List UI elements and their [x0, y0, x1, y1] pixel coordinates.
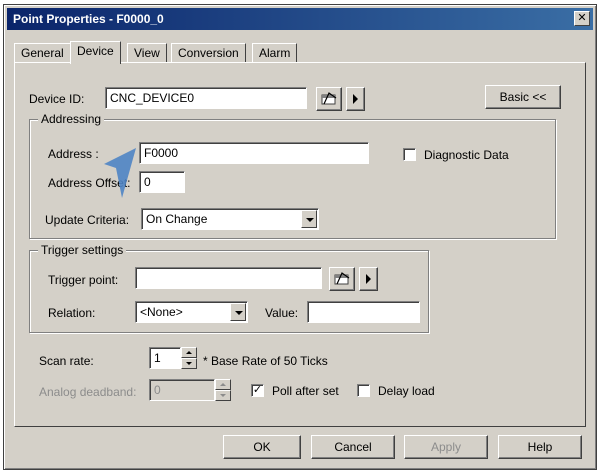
trigger-settings-group-title: Trigger settings — [38, 243, 127, 257]
analog-deadband-field: 0 — [149, 379, 215, 401]
poll-after-set-label: Poll after set — [272, 384, 339, 398]
device-browse-button[interactable] — [316, 87, 342, 111]
spin-up-icon — [215, 379, 231, 390]
tab-general[interactable]: General — [14, 43, 71, 63]
analog-deadband-label: Analog deadband: — [39, 385, 137, 399]
trigger-select-arrow-button[interactable] — [359, 267, 378, 291]
tab-view[interactable]: View — [127, 43, 167, 63]
apply-button: Apply — [404, 435, 488, 459]
address-field[interactable]: F0000 — [139, 142, 369, 164]
chevron-down-icon[interactable] — [230, 303, 246, 321]
delay-load-checkbox[interactable] — [357, 384, 370, 397]
trigger-value-field[interactable] — [307, 301, 420, 323]
window-title: Point Properties - F0000_0 — [13, 12, 164, 26]
spin-up-icon[interactable] — [181, 347, 197, 358]
trigger-point-label: Trigger point: — [48, 273, 119, 287]
address-label: Address : — [48, 147, 99, 161]
title-bar[interactable]: Point Properties - F0000_0 ✕ — [7, 8, 593, 30]
scan-rate-note: * Base Rate of 50 Ticks — [203, 354, 328, 368]
cancel-button[interactable]: Cancel — [311, 435, 395, 459]
scan-rate-field[interactable]: 1 — [149, 347, 181, 369]
diagnostic-data-checkbox[interactable] — [403, 148, 416, 161]
help-button[interactable]: Help — [498, 435, 582, 459]
basic-toggle-button[interactable]: Basic << — [485, 85, 561, 109]
tab-device[interactable]: Device — [70, 41, 121, 64]
poll-after-set-checkbox[interactable]: ✓ — [251, 384, 264, 397]
device-id-label: Device ID: — [29, 92, 85, 106]
addressing-group-title: Addressing — [38, 112, 105, 126]
trigger-point-field[interactable] — [135, 267, 322, 289]
relation-label: Relation: — [48, 306, 96, 320]
ok-button[interactable]: OK — [223, 435, 301, 459]
tab-conversion[interactable]: Conversion — [171, 43, 246, 63]
relation-value: <None> — [140, 305, 183, 319]
spin-down-icon — [215, 390, 231, 401]
spin-down-icon[interactable] — [181, 358, 197, 369]
chevron-down-icon[interactable] — [301, 210, 317, 228]
close-button[interactable]: ✕ — [574, 11, 590, 26]
point-properties-dialog: Point Properties - F0000_0 ✕ General Dev… — [3, 4, 597, 470]
close-icon: ✕ — [577, 12, 587, 24]
device-id-field[interactable]: CNC_DEVICE0 — [105, 87, 307, 109]
trigger-value-label: Value: — [265, 306, 299, 320]
diagnostic-data-label: Diagnostic Data — [424, 148, 509, 162]
update-criteria-value: On Change — [146, 212, 208, 226]
analog-deadband-spinner — [215, 379, 231, 401]
relation-select[interactable]: <None> — [135, 301, 248, 323]
delay-load-label: Delay load — [378, 384, 435, 398]
browse-icon — [321, 92, 337, 105]
update-criteria-select[interactable]: On Change — [141, 208, 319, 230]
mouse-cursor-icon — [104, 148, 136, 198]
address-offset-field[interactable]: 0 — [139, 171, 185, 193]
scan-rate-label: Scan rate: — [39, 354, 94, 368]
checkmark-icon: ✓ — [252, 384, 263, 396]
trigger-browse-button[interactable] — [329, 267, 355, 291]
device-select-arrow-button[interactable] — [346, 87, 365, 111]
update-criteria-label: Update Criteria: — [45, 213, 130, 227]
tab-alarm[interactable]: Alarm — [252, 43, 298, 63]
device-tab-panel: Device ID: CNC_DEVICE0 Basic << Addressi… — [14, 62, 586, 427]
browse-icon — [334, 272, 350, 285]
scan-rate-spinner[interactable] — [181, 347, 197, 369]
